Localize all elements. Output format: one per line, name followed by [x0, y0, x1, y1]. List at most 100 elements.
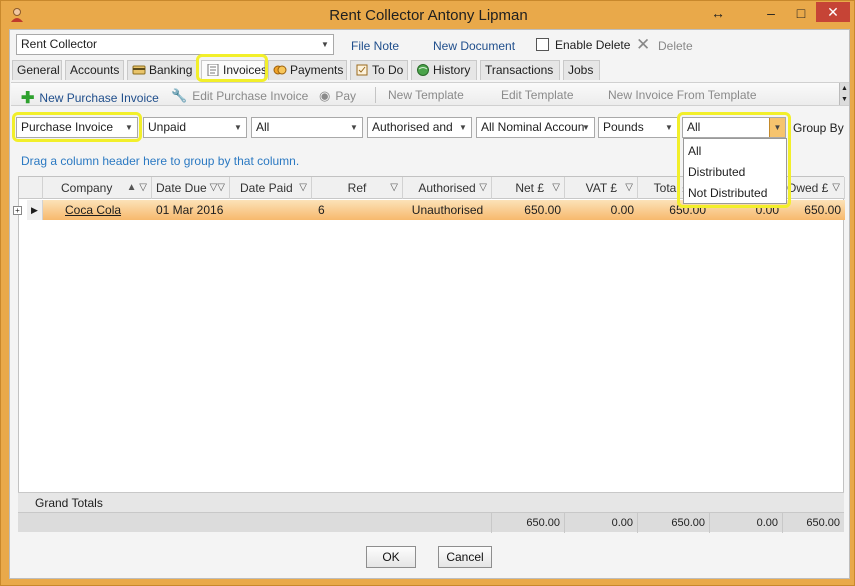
total-col9: 0.00	[709, 513, 782, 533]
column-header-ref[interactable]: Ref ▽	[312, 177, 403, 199]
chevron-down-icon: ▼	[459, 123, 467, 132]
filter-icon[interactable]: ▽	[832, 177, 840, 199]
file-note-link[interactable]: File Note	[351, 39, 399, 53]
new-purchase-invoice-label: New Purchase Invoice	[39, 91, 159, 105]
pay-button[interactable]: ◉ Pay	[319, 88, 356, 104]
column-title: Owed £	[787, 181, 829, 195]
tab-history[interactable]: History	[411, 60, 477, 80]
column-title: VAT £	[585, 181, 617, 195]
close-button[interactable]: ✕	[816, 2, 850, 22]
column-header-authorised[interactable]: Authorised ▽	[403, 177, 492, 199]
cell-date-due: 01 Mar 2016	[156, 203, 224, 217]
globe-icon	[416, 63, 430, 76]
card-icon	[132, 63, 146, 75]
group-drag-hint: Drag a column header here to group by th…	[21, 154, 300, 168]
authorised-select[interactable]: Authorised and ▼	[367, 117, 472, 138]
coins-icon	[273, 63, 287, 75]
minimize-button[interactable]: –	[759, 3, 783, 23]
toolbar: ✚ New Purchase Invoice 🔧 Edit Purchase Inv…	[11, 82, 849, 108]
tab-label: Jobs	[568, 63, 594, 77]
new-purchase-invoice-button[interactable]: ✚ New Purchase Invoice	[21, 88, 159, 108]
chevron-down-icon: ▼	[665, 123, 673, 132]
invoice-grid: Company ▲ ▽ Date Due ▽▽ Date Paid ▽ Ref ▽ Au…	[13, 176, 845, 532]
expand-row-icon[interactable]: +	[13, 206, 22, 215]
tab-transactions[interactable]: Transactions	[480, 60, 560, 80]
column-header-vat[interactable]: VAT £ ▽	[565, 177, 638, 199]
edit-template-button[interactable]: Edit Template	[501, 88, 574, 102]
currency-select[interactable]: Pounds ▼	[598, 117, 678, 138]
tab-todo[interactable]: To Do	[350, 60, 408, 80]
total-net: 650.00	[491, 513, 564, 533]
authorised-value: Authorised and	[372, 120, 453, 134]
tab-label: Accounts	[70, 63, 120, 77]
todo-icon	[355, 63, 369, 76]
column-header-company[interactable]: Company ▲ ▽	[43, 177, 152, 199]
tab-general[interactable]: General	[12, 60, 62, 80]
tab-label: Payments	[290, 63, 344, 77]
filter-icon[interactable]: ▽	[299, 177, 307, 199]
cancel-button[interactable]: Cancel	[438, 546, 492, 568]
period-select[interactable]: All ▼	[251, 117, 363, 138]
tab-payments[interactable]: Payments	[268, 60, 347, 80]
tab-banking[interactable]: Banking	[127, 60, 198, 80]
nominal-select[interactable]: All Nominal Accoun ▼	[476, 117, 595, 138]
total-owed: 650.00	[782, 513, 844, 533]
cell-net: 650.00	[524, 203, 561, 217]
filter-icon[interactable]: ▽	[479, 177, 487, 199]
cell-date-paid	[230, 200, 312, 220]
total-vat: 0.00	[564, 513, 637, 533]
nominal-value: All Nominal Accoun	[481, 120, 585, 134]
cell-ref: 6	[318, 203, 325, 217]
edit-purchase-invoice-label: Edit Purchase Invoice	[192, 89, 309, 103]
column-header-owed[interactable]: Owed £ ▽	[783, 177, 845, 199]
header-indicator	[19, 177, 43, 199]
edit-purchase-invoice-button[interactable]: 🔧 Edit Purchase Invoice	[171, 88, 308, 104]
new-template-button[interactable]: New Template	[388, 88, 464, 102]
content-area: Rent Collector ▼ File Note New Document …	[9, 29, 850, 579]
highlight-invoice-type	[12, 112, 142, 142]
main-window: Rent Collector Antony Lipman ↔ – □ ✕ Ren…	[0, 0, 855, 586]
enable-delete-checkbox[interactable]	[536, 38, 549, 51]
record-select[interactable]: Rent Collector ▼	[16, 34, 334, 55]
delete-button[interactable]: Delete	[658, 39, 693, 53]
column-header-net[interactable]: Net £ ▽	[492, 177, 565, 199]
title-bar: Rent Collector Antony Lipman ↔ – □ ✕	[1, 1, 855, 29]
tab-jobs[interactable]: Jobs	[563, 60, 600, 80]
toolbar-overflow-icon[interactable]: ▲ ▼	[839, 83, 849, 105]
filter-icon[interactable]: ▲ ▽	[127, 177, 147, 199]
tab-label: History	[433, 63, 471, 77]
column-title: Net £	[515, 181, 544, 195]
column-title: Company	[61, 181, 113, 195]
highlight-distribution	[677, 112, 791, 208]
highlight-invoices-tab	[196, 54, 268, 82]
wrench-icon: 🔧	[171, 88, 188, 103]
pay-label: Pay	[335, 89, 357, 103]
coins-icon: ◉	[319, 88, 331, 103]
column-title: Authorised	[418, 181, 476, 195]
group-by-label: Group By	[793, 121, 844, 135]
tab-label: Transactions	[485, 63, 554, 77]
cell-owed: 650.00	[804, 203, 841, 217]
grand-totals-row: Grand Totals	[18, 492, 844, 512]
filter-icon[interactable]: ▽	[390, 177, 398, 199]
column-header-date-due[interactable]: Date Due ▽▽	[152, 177, 230, 199]
maximize-button[interactable]: □	[789, 3, 813, 23]
plus-icon: ✚	[21, 90, 35, 107]
column-title: Date Due	[156, 181, 207, 195]
status-select[interactable]: Unpaid ▼	[143, 117, 247, 138]
move-icon[interactable]: ↔	[707, 3, 729, 23]
filter-icon[interactable]: ▽▽	[210, 177, 225, 199]
new-invoice-from-template-button[interactable]: New Invoice From Template	[608, 88, 757, 102]
currency-value: Pounds	[603, 120, 644, 134]
column-header-date-paid[interactable]: Date Paid ▽	[230, 177, 312, 199]
ok-button[interactable]: OK	[366, 546, 416, 568]
filter-icon[interactable]: ▽	[552, 177, 560, 199]
cell-company[interactable]: Coca Cola	[61, 200, 146, 220]
chevron-down-icon: ▼	[234, 123, 242, 132]
record-select-value: Rent Collector	[21, 37, 98, 51]
period-value: All	[256, 120, 270, 134]
new-document-link[interactable]: New Document	[433, 39, 515, 53]
cell-vat: 0.00	[610, 203, 634, 217]
filter-icon[interactable]: ▽	[625, 177, 633, 199]
tab-accounts[interactable]: Accounts	[65, 60, 124, 80]
